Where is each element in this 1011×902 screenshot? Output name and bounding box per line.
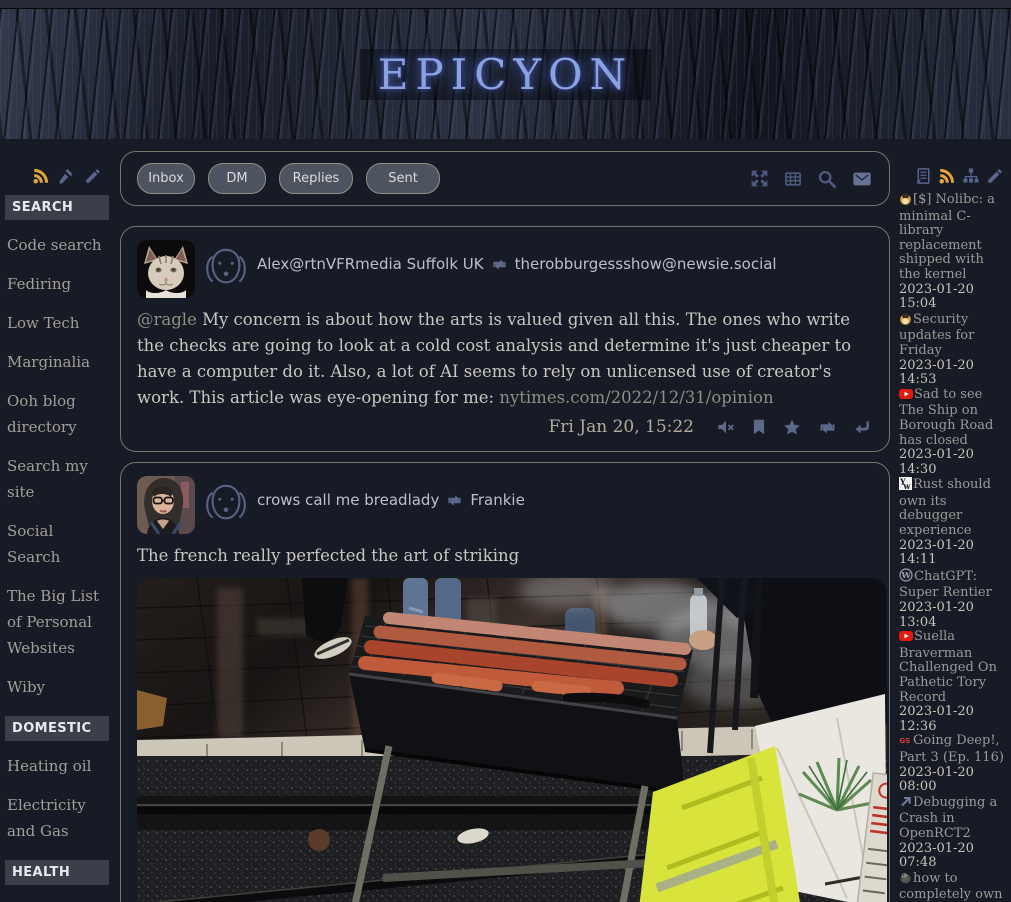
sidebar-link-marginalia[interactable]: Marginalia [7, 349, 109, 375]
lwn-icon [899, 192, 912, 210]
news-time: 2023-01-20 14:30 [899, 448, 1006, 477]
sidebar-link-search-my-site[interactable]: Search my site [7, 453, 109, 505]
site-banner[interactable]: EPICYON [0, 9, 1011, 139]
reply-icon[interactable] [854, 419, 871, 435]
post-1-recipient-handle[interactable]: therobburgessshow@newsie.social [515, 255, 777, 273]
sidebar-link-big-list-personal-websites[interactable]: The Big List of Personal Websites [7, 583, 109, 661]
wordpress-icon: W [899, 568, 913, 587]
news-item: WChatGPT: Super Rentier 2023-01-20 13:04 [899, 568, 1006, 630]
news-item: Suella Braverman Challenged On Pathetic … [899, 630, 1006, 734]
news-time: 2023-01-20 07:48 [899, 842, 1006, 871]
left-column: SEARCH Code search Fediring Low Tech Mar… [0, 139, 113, 902]
tab-sent[interactable]: Sent [366, 163, 440, 194]
news-item: Sad to see The Ship on Borough Road has … [899, 388, 1006, 478]
top-strip [0, 0, 1011, 9]
sidebar-header-domestic: DOMESTIC [5, 716, 109, 741]
bookmark-icon[interactable] [752, 419, 766, 435]
search-icon[interactable] [816, 168, 838, 190]
sidebar-header-search: SEARCH [5, 195, 109, 220]
newswire-document-icon[interactable] [915, 167, 932, 185]
post-1-avatar-cat[interactable] [137, 240, 195, 298]
sidebar-link-electricity-and-gas[interactable]: Electricity and Gas [7, 792, 109, 844]
newswire-column: [$] Nolibc: a minimal C-library replacem… [890, 139, 1011, 902]
sidebar-link-heating-oil[interactable]: Heating oil [7, 753, 109, 779]
sidebar-link-fediring[interactable]: Fediring [7, 271, 109, 297]
star-icon[interactable] [783, 419, 801, 436]
news-time: 2023-01-20 12:36 [899, 705, 1006, 734]
post-1-mention-link[interactable]: @ragle [137, 310, 197, 329]
news-item: how to completely own an airline in 3 [899, 871, 1006, 902]
critter-favicon [899, 871, 912, 889]
envelope-icon[interactable] [851, 169, 873, 189]
timeline-header: Inbox DM Replies Sent [120, 151, 890, 206]
news-item: Security updates for Friday 2023-01-20 1… [899, 312, 1006, 388]
news-time: 2023-01-20 08:00 [899, 766, 1006, 795]
news-item: [$] Nolibc: a minimal C-library replacem… [899, 192, 1006, 312]
svg-text:W: W [900, 571, 911, 581]
dog-icon [203, 244, 249, 298]
youtube-icon [899, 630, 913, 647]
sidebar-link-code-search[interactable]: Code search [7, 232, 109, 258]
news-item: YwRust should own its debugger experienc… [899, 477, 1006, 568]
edit-icon[interactable] [986, 167, 1004, 185]
edit-icon[interactable] [84, 167, 102, 185]
dog-icon [203, 480, 249, 534]
tab-replies[interactable]: Replies [279, 163, 353, 194]
svg-text:GS: GS [900, 737, 911, 745]
sidebar-link-coronavirus-statistics[interactable]: Coronavirus statistics [7, 897, 109, 902]
gs-favicon: GS [899, 734, 912, 751]
post-2-attached-image[interactable] [137, 578, 887, 902]
sidebar-link-social-search[interactable]: Social Search [7, 518, 109, 570]
lwn-icon [899, 312, 912, 330]
post-2: crows call me breadlady Frankie The fren… [120, 462, 890, 902]
timeline-column: Inbox DM Replies Sent [120, 139, 890, 902]
hammer-icon[interactable] [58, 167, 76, 185]
sidebar-header-health: HEALTH [5, 860, 109, 885]
post-2-content: The french really perfected the art of s… [137, 543, 873, 569]
news-time: 2023-01-20 14:11 [899, 539, 1006, 568]
sidebar-link-wiby[interactable]: Wiby [7, 674, 109, 700]
post-1-content: @ragle My concern is about how the arts … [137, 307, 873, 411]
post-2-author-handle[interactable]: crows call me breadlady [257, 491, 439, 509]
post-1-timestamp: Fri Jan 20, 15:22 [549, 417, 695, 437]
site-title: EPICYON [360, 49, 652, 100]
yw-favicon: Yw [899, 477, 912, 495]
youtube-icon [899, 388, 913, 405]
news-time: 2023-01-20 14:53 [899, 359, 1006, 388]
expand-icon[interactable] [749, 168, 770, 189]
post-1-author-handle[interactable]: Alex@rtnVFRmedia Suffolk UK [257, 255, 484, 273]
mute-icon[interactable] [717, 419, 735, 435]
post-2-avatar[interactable] [137, 476, 195, 534]
sidebar-link-low-tech[interactable]: Low Tech [7, 310, 109, 336]
sidebar-link-ooh-blog-directory[interactable]: Ooh blog directory [7, 388, 109, 440]
rss-icon[interactable] [938, 167, 956, 185]
boost-icon [491, 257, 508, 272]
tab-dm[interactable]: DM [208, 163, 266, 194]
post-1-article-link[interactable]: nytimes.com/2022/12/31/opinion [499, 388, 773, 407]
news-item: GSGoing Deep!, Part 3 (Ep. 116) 2023-01-… [899, 734, 1006, 794]
news-time: 2023-01-20 13:04 [899, 601, 1006, 630]
post-2-recipient-handle[interactable]: Frankie [470, 491, 525, 509]
rss-icon[interactable] [32, 167, 50, 185]
tab-inbox[interactable]: Inbox [137, 163, 195, 194]
external-arrow-icon [899, 795, 912, 813]
news-time: 2023-01-20 15:04 [899, 283, 1006, 312]
boost-icon [446, 493, 463, 508]
news-item: Debugging a Crash in OpenRCT2 2023-01-20… [899, 795, 1006, 871]
calendar-grid-icon[interactable] [783, 169, 803, 189]
post-1: Alex@rtnVFRmedia Suffolk UK therobburges… [120, 226, 890, 452]
repeat-icon[interactable] [818, 419, 837, 436]
svg-text:w: w [903, 481, 912, 490]
hierarchy-icon[interactable] [962, 167, 980, 185]
